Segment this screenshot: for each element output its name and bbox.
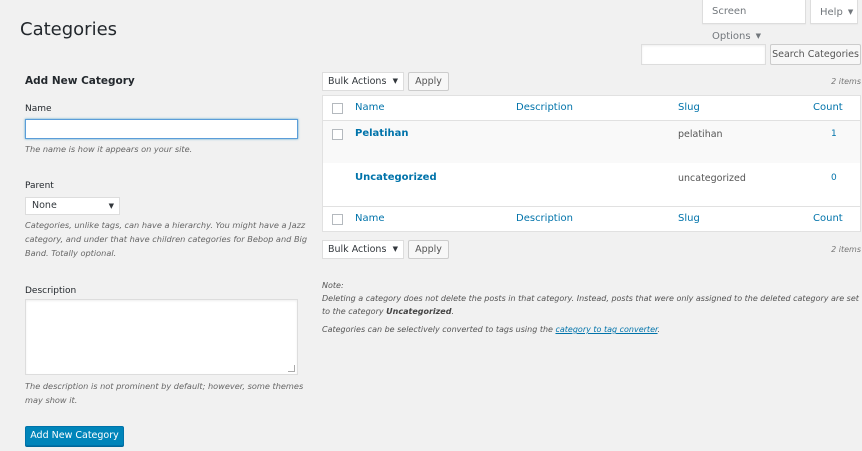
note-period: . bbox=[451, 307, 455, 316]
parent-select[interactable]: None ▼ bbox=[25, 197, 120, 215]
column-count-footer[interactable]: Count bbox=[813, 213, 843, 224]
bulk-actions-select-bottom[interactable]: Bulk Actions ▼ bbox=[322, 240, 404, 259]
note-delete-text: Deleting a category does not delete the … bbox=[322, 292, 861, 318]
description-help-text: The description is not prominent by defa… bbox=[25, 381, 304, 405]
description-label: Description bbox=[25, 286, 77, 296]
category-name-field[interactable] bbox=[25, 119, 298, 139]
table-header-row: Name Description Slug Count bbox=[323, 96, 860, 121]
note-uncategorized: Uncategorized bbox=[386, 307, 452, 316]
category-name-link[interactable]: Pelatihan bbox=[355, 128, 408, 139]
parent-label: Parent bbox=[25, 181, 54, 191]
caret-down-icon: ▼ bbox=[755, 32, 761, 40]
row-checkbox[interactable] bbox=[332, 129, 343, 140]
items-count-bottom: 2 items bbox=[831, 245, 861, 254]
description-textarea[interactable] bbox=[25, 299, 298, 375]
screen-options-button[interactable]: Screen Options ▼ bbox=[702, 0, 806, 42]
add-category-heading: Add New Category bbox=[25, 75, 135, 87]
help-button[interactable]: Help ▼ bbox=[810, 0, 858, 24]
caret-down-icon: ▼ bbox=[392, 245, 398, 253]
table-footer-row: Name Description Slug Count bbox=[323, 206, 860, 232]
bulk-actions-select-top[interactable]: Bulk Actions ▼ bbox=[322, 72, 404, 91]
column-description-header[interactable]: Description bbox=[516, 102, 573, 113]
category-slug: pelatihan bbox=[678, 129, 723, 140]
column-name-footer[interactable]: Name bbox=[355, 213, 385, 224]
column-slug-header[interactable]: Slug bbox=[678, 102, 700, 113]
categories-table: Name Description Slug Count Pelatihan pe… bbox=[322, 95, 861, 232]
help-label: Help bbox=[820, 7, 843, 18]
name-label: Name bbox=[25, 104, 52, 114]
category-name-link[interactable]: Uncategorized bbox=[355, 172, 437, 183]
parent-help-text: Categories, unlike tags, can have a hier… bbox=[25, 220, 308, 258]
category-to-tag-converter-link[interactable]: category to tag converter bbox=[555, 325, 657, 334]
select-all-checkbox[interactable] bbox=[332, 103, 343, 114]
search-input[interactable] bbox=[641, 44, 766, 65]
screen-options-label: Screen Options bbox=[712, 6, 751, 42]
select-all-checkbox-footer[interactable] bbox=[332, 214, 343, 225]
column-slug-footer[interactable]: Slug bbox=[678, 213, 700, 224]
caret-down-icon: ▼ bbox=[392, 77, 398, 85]
table-row: Uncategorized uncategorized 0 bbox=[323, 163, 860, 206]
note-period: . bbox=[657, 325, 661, 334]
apply-button-top[interactable]: Apply bbox=[408, 72, 449, 91]
note-converter-text: Categories can be selectively converted … bbox=[322, 323, 861, 336]
column-name-header[interactable]: Name bbox=[355, 102, 385, 113]
caret-down-icon: ▼ bbox=[847, 8, 854, 16]
add-new-category-button[interactable]: Add New Category bbox=[25, 426, 124, 446]
name-help-text: The name is how it appears on your site. bbox=[25, 144, 193, 154]
column-count-header[interactable]: Count bbox=[813, 102, 843, 113]
note-title: Note: bbox=[322, 281, 344, 290]
parent-selected-value: None bbox=[32, 200, 57, 211]
apply-button-bottom[interactable]: Apply bbox=[408, 240, 449, 259]
column-description-footer[interactable]: Description bbox=[516, 213, 573, 224]
note-converter-text-start: Categories can be selectively converted … bbox=[322, 325, 556, 334]
category-count-link[interactable]: 0 bbox=[831, 173, 837, 183]
resize-handle-icon[interactable] bbox=[288, 365, 295, 372]
category-count-link[interactable]: 1 bbox=[831, 129, 837, 139]
bulk-actions-label: Bulk Actions bbox=[328, 76, 387, 87]
page-title: Categories bbox=[20, 19, 118, 40]
table-row: Pelatihan pelatihan 1 bbox=[323, 121, 860, 163]
bulk-actions-label: Bulk Actions bbox=[328, 244, 387, 255]
category-slug: uncategorized bbox=[678, 173, 746, 184]
caret-down-icon: ▼ bbox=[108, 202, 114, 210]
search-categories-button[interactable]: Search Categories bbox=[770, 44, 861, 65]
items-count-top: 2 items bbox=[831, 77, 861, 86]
